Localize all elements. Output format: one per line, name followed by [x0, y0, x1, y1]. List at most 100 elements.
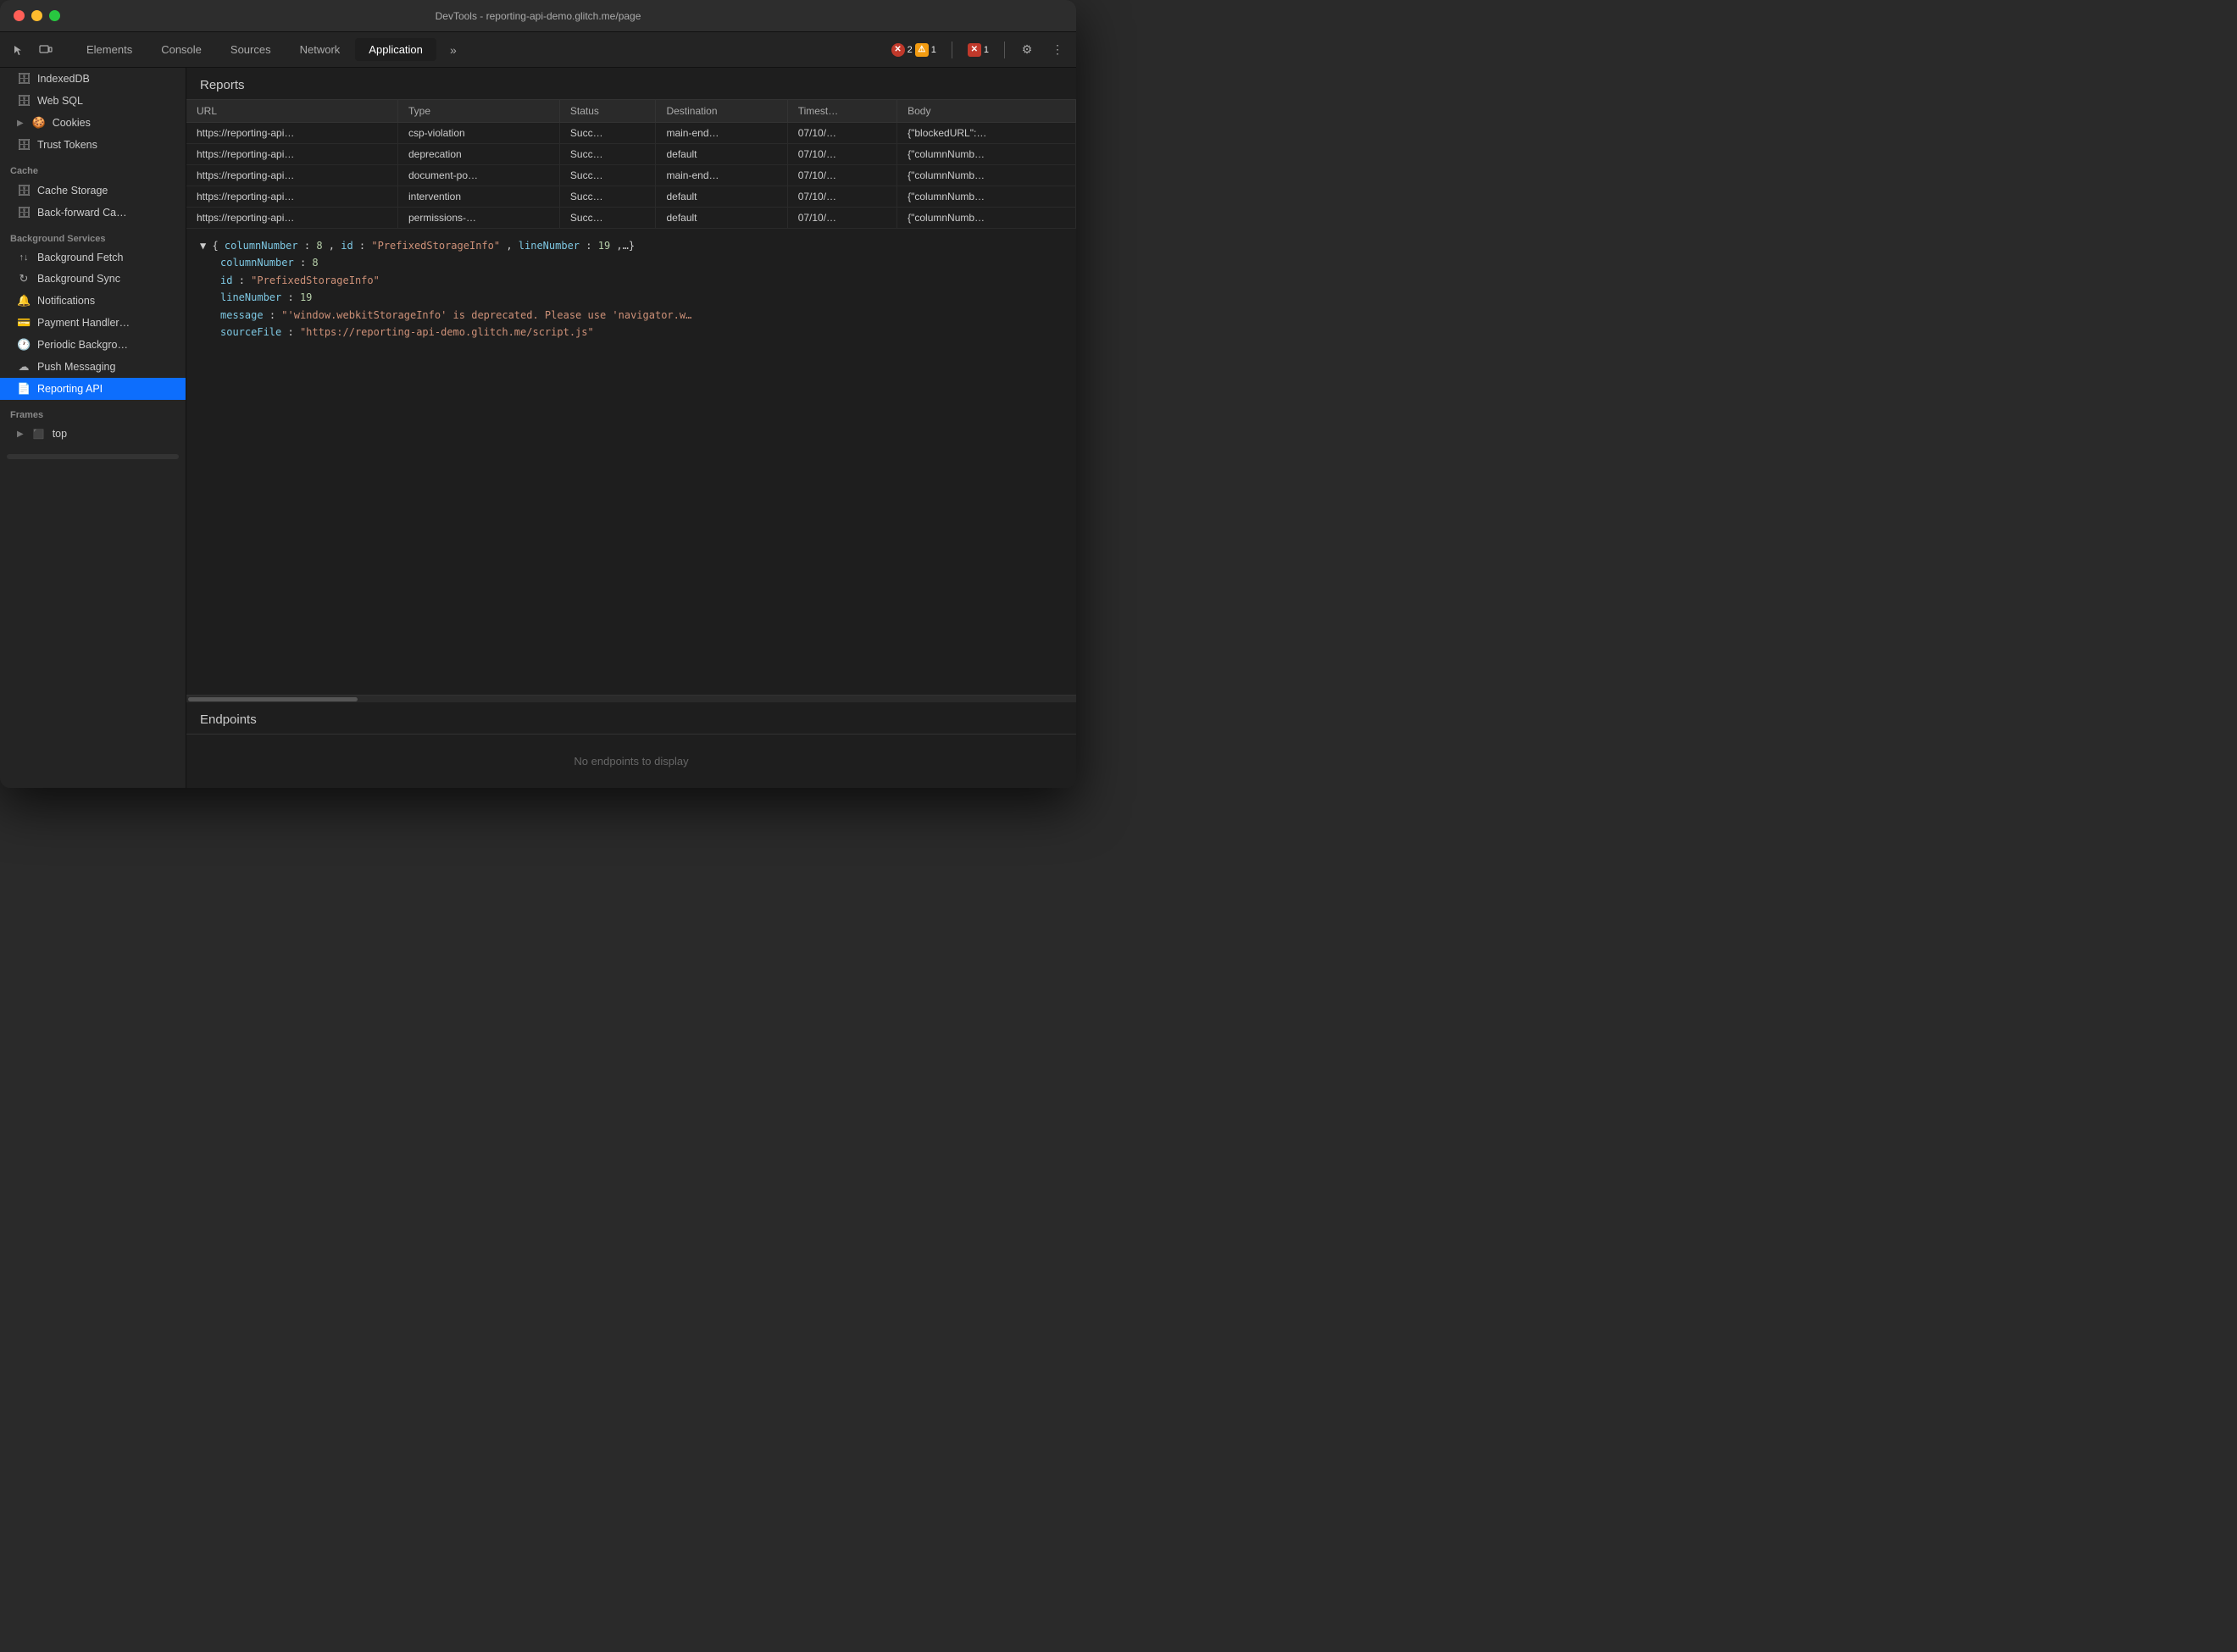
sidebar-item-label: Reporting API: [37, 383, 103, 395]
table-row[interactable]: https://reporting-api…interventionSucc…d…: [186, 186, 1076, 208]
endpoints-empty: No endpoints to display: [186, 735, 1076, 788]
sidebar-item-label: Back-forward Ca…: [37, 207, 127, 219]
database-icon: 🗄: [17, 94, 31, 108]
main-content: 🗄 IndexedDB 🗄 Web SQL ▶ 🍪 Cookies 🗄 Trus…: [0, 68, 1076, 788]
table-row[interactable]: https://reporting-api…permissions-…Succ……: [186, 208, 1076, 229]
database-icon: 🗄: [17, 206, 31, 219]
sidebar-item-back-forward[interactable]: 🗄 Back-forward Ca…: [0, 202, 186, 224]
title-bar: DevTools - reporting-api-demo.glitch.me/…: [0, 0, 1076, 32]
tab-bar-right: ✕ 2 ⚠ 1 ✕ 1 ⚙ ⋮: [886, 38, 1069, 62]
json-body: columnNumber : 8 id : "PrefixedStorageIn…: [200, 254, 1063, 341]
error-badge[interactable]: ✕ 2 ⚠ 1: [886, 42, 941, 58]
devtools-window: DevTools - reporting-api-demo.glitch.me/…: [0, 0, 1076, 788]
settings-icon[interactable]: ⚙: [1015, 38, 1039, 62]
sidebar-item-label: Trust Tokens: [37, 139, 97, 151]
sidebar-item-frame-top[interactable]: ▶ ⬛ top: [0, 424, 186, 444]
sidebar-item-label: Cache Storage: [37, 185, 108, 197]
sidebar-section-cache: Cache: [0, 156, 186, 180]
database-icon: 🗄: [17, 138, 31, 152]
tab-bar: Elements Console Sources Network Applica…: [0, 32, 1076, 68]
sidebar-item-reporting-api[interactable]: 📄 Reporting API: [0, 378, 186, 400]
col-status[interactable]: Status: [559, 100, 656, 123]
table-row[interactable]: https://reporting-api…document-po…Succ…m…: [186, 165, 1076, 186]
json-line-5: sourceFile : "https://reporting-api-demo…: [220, 324, 1063, 341]
sidebar-section-bg-services: Background Services: [0, 224, 186, 247]
sidebar-item-cache-storage[interactable]: 🗄 Cache Storage: [0, 180, 186, 202]
endpoints-title: Endpoints: [186, 702, 1076, 735]
error2-badge[interactable]: ✕ 1: [963, 42, 994, 58]
table-row[interactable]: https://reporting-api…deprecationSucc…de…: [186, 144, 1076, 165]
sidebar-item-bg-sync[interactable]: ↻ Background Sync: [0, 268, 186, 290]
cookie-icon: 🍪: [32, 116, 46, 130]
expand-icon: ▶: [17, 119, 24, 128]
database-icon: 🗄: [17, 72, 31, 86]
clock-icon: 🕐: [17, 338, 31, 352]
maximize-button[interactable]: [49, 10, 60, 21]
error-count: 2: [908, 45, 913, 55]
sidebar-item-indexed-db[interactable]: 🗄 IndexedDB: [0, 68, 186, 90]
sidebar-item-payment-handler[interactable]: 💳 Payment Handler…: [0, 312, 186, 334]
sidebar-item-push-messaging[interactable]: ☁ Push Messaging: [0, 356, 186, 378]
reports-table: URL Type Status Destination Timest… Body…: [186, 100, 1076, 229]
tab-application[interactable]: Application: [355, 38, 436, 61]
json-line-1: columnNumber : 8: [220, 254, 1063, 271]
sidebar-item-label: Background Sync: [37, 273, 120, 285]
sidebar-item-cookies[interactable]: ▶ 🍪 Cookies: [0, 112, 186, 134]
more-tabs-icon[interactable]: »: [441, 38, 465, 62]
cloud-icon: ☁: [17, 360, 31, 374]
col-body[interactable]: Body: [897, 100, 1076, 123]
traffic-lights: [14, 10, 60, 21]
tab-console[interactable]: Console: [147, 38, 215, 61]
payment-icon: 💳: [17, 316, 31, 330]
database-icon: 🗄: [17, 184, 31, 197]
sidebar: 🗄 IndexedDB 🗄 Web SQL ▶ 🍪 Cookies 🗄 Trus…: [0, 68, 186, 788]
tab-bar-tools: [7, 38, 58, 62]
json-preview: ▼ { columnNumber : 8 , id : "PrefixedSto…: [186, 229, 1076, 696]
tab-sources[interactable]: Sources: [217, 38, 285, 61]
sidebar-item-label: Push Messaging: [37, 361, 115, 373]
close-button[interactable]: [14, 10, 25, 21]
cursor-icon[interactable]: [7, 38, 31, 62]
sidebar-item-label: Payment Handler…: [37, 317, 130, 329]
col-timestamp[interactable]: Timest…: [787, 100, 896, 123]
reports-table-wrap[interactable]: URL Type Status Destination Timest… Body…: [186, 100, 1076, 229]
sidebar-item-label: Cookies: [53, 117, 91, 129]
sidebar-item-label: Background Fetch: [37, 252, 123, 263]
sidebar-item-label: IndexedDB: [37, 73, 90, 85]
expand-icon: ▶: [17, 430, 24, 439]
horizontal-scrollbar[interactable]: [186, 696, 1076, 702]
bell-icon: 🔔: [17, 294, 31, 308]
page-icon: 📄: [17, 382, 31, 396]
sidebar-item-label: top: [53, 428, 67, 440]
sidebar-item-label: Periodic Backgro…: [37, 339, 128, 351]
json-collapsed-line[interactable]: ▼ { columnNumber : 8 , id : "PrefixedSto…: [200, 237, 1063, 254]
more-options-icon[interactable]: ⋮: [1046, 38, 1069, 62]
divider2: [1004, 42, 1005, 58]
sidebar-item-label: Web SQL: [37, 95, 83, 107]
main-panel: Reports URL Type Status Destination Time…: [186, 68, 1076, 788]
sidebar-item-web-sql[interactable]: 🗄 Web SQL: [0, 90, 186, 112]
col-url[interactable]: URL: [186, 100, 397, 123]
sidebar-item-periodic-bg[interactable]: 🕐 Periodic Backgro…: [0, 334, 186, 356]
fetch-icon: ↑↓: [17, 252, 31, 263]
sidebar-section-frames: Frames: [0, 400, 186, 424]
window-title: DevTools - reporting-api-demo.glitch.me/…: [436, 10, 641, 22]
endpoints-section: Endpoints No endpoints to display: [186, 702, 1076, 788]
sidebar-scrollbar[interactable]: [7, 454, 179, 459]
minimize-button[interactable]: [31, 10, 42, 21]
table-row[interactable]: https://reporting-api…csp-violationSucc……: [186, 123, 1076, 144]
error2-count: 1: [984, 45, 989, 55]
warn-icon: ⚠: [915, 43, 929, 57]
device-icon[interactable]: [34, 38, 58, 62]
tab-network[interactable]: Network: [286, 38, 354, 61]
table-header-row: URL Type Status Destination Timest… Body: [186, 100, 1076, 123]
scrollbar-thumb[interactable]: [188, 697, 358, 701]
col-destination[interactable]: Destination: [656, 100, 787, 123]
tab-elements[interactable]: Elements: [73, 38, 146, 61]
warn-count: 1: [931, 45, 936, 55]
sidebar-item-bg-fetch[interactable]: ↑↓ Background Fetch: [0, 247, 186, 268]
sidebar-item-notifications[interactable]: 🔔 Notifications: [0, 290, 186, 312]
sidebar-item-trust-tokens[interactable]: 🗄 Trust Tokens: [0, 134, 186, 156]
json-line-4: message : "'window.webkitStorageInfo' is…: [220, 307, 1063, 324]
col-type[interactable]: Type: [397, 100, 559, 123]
